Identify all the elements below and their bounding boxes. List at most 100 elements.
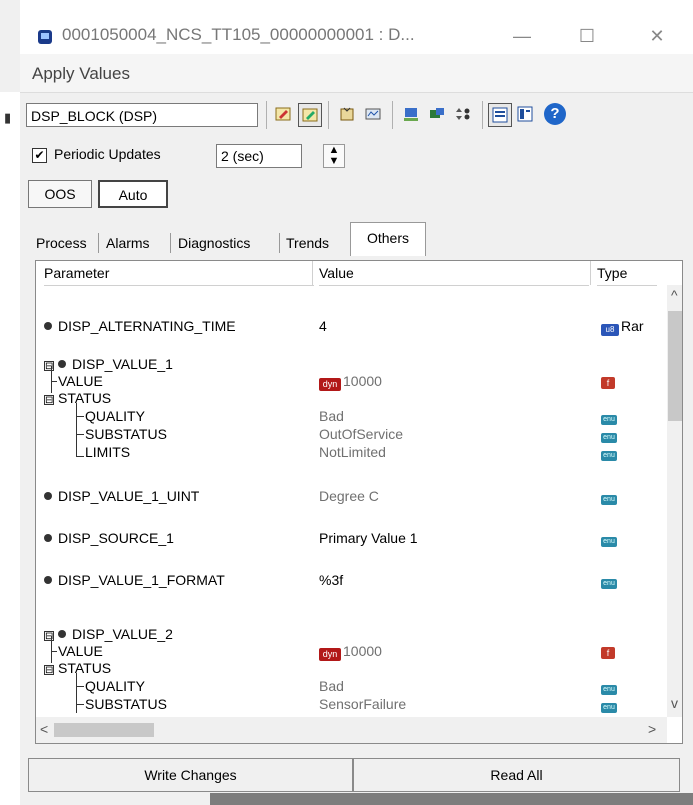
minimize-button[interactable]: — [500,18,544,54]
table-row[interactable]: DISP_ALTERNATING_TIME 4 u8 Rar [36,317,656,336]
table-row[interactable]: ⊟ DISP_VALUE_2 [36,625,656,643]
enum-type-icon: enu [601,433,617,443]
parameter-value[interactable]: 10000 [343,643,382,659]
table-row[interactable]: ⊟ STATUS [36,389,656,407]
table-row[interactable]: QUALITY Bad enu [36,407,656,425]
scroll-left-icon[interactable]: < [40,721,48,737]
parameter-name: QUALITY [85,678,145,694]
maximize-button[interactable]: ☐ [565,18,609,54]
compare-button[interactable] [452,103,476,127]
enum-type-icon: enu [601,579,617,589]
float-type-icon: f [601,377,615,389]
close-button[interactable]: ✕ [635,18,679,54]
parameter-value[interactable]: Bad [319,407,344,425]
parameter-value[interactable]: NotLimited [319,443,386,461]
parameter-value[interactable]: 4 [319,317,327,335]
collapse-icon[interactable]: ⊟ [44,361,54,372]
scroll-right-icon[interactable]: > [648,721,656,737]
table-row[interactable]: DISP_SOURCE_1 Primary Value 1 enu [36,529,656,547]
table-row[interactable]: LIMITS NotLimited enu [36,443,656,461]
interval-spinner[interactable]: ▲ ▼ [323,144,345,168]
periodic-updates-checkbox[interactable]: ✔ [32,148,47,163]
device-button[interactable] [426,103,450,127]
parameter-bullet-icon [58,360,66,368]
help-button[interactable]: ? [544,103,566,125]
table-row[interactable]: DISP_VALUE_1_UINT Degree C enu [36,487,656,505]
collapse-icon[interactable]: ⊟ [44,665,54,676]
load-config-button[interactable] [336,103,360,127]
collapse-icon[interactable]: ⊟ [44,631,54,642]
parameter-value[interactable]: Bad [319,677,344,695]
column-header-parameter[interactable]: Parameter [44,261,314,286]
collapse-icon[interactable]: ⊟ [44,395,54,406]
tab-alarms[interactable]: Alarms [102,230,154,256]
parameter-name: VALUE [58,373,103,389]
enum-type-icon: enu [601,495,617,505]
parameter-grid: Parameter Value Type DISP_ALTERNATING_TI… [35,260,683,744]
toolbar-separator [266,101,267,129]
config-icon [340,107,354,121]
table-row[interactable]: VALUE dyn 10000 f [36,372,656,391]
parameter-value[interactable]: Primary Value 1 [319,529,418,547]
grid-rows: DISP_ALTERNATING_TIME 4 u8 Rar ⊟ DISP_VALU… [36,285,656,717]
detail-view-icon [517,106,533,122]
column-divider [590,261,591,285]
detail-view-button[interactable] [514,103,538,127]
tab-trends[interactable]: Trends [282,230,333,256]
background-window-shadow [210,793,693,805]
parameter-value[interactable]: SensorFailure [319,695,406,713]
list-view-button[interactable] [488,103,512,127]
edit-params-button[interactable] [272,103,296,127]
update-interval-input[interactable]: 2 (sec) [216,144,302,168]
edit-icon [275,107,291,121]
parameter-value[interactable]: Degree C [319,487,379,505]
scroll-up-icon[interactable]: ^ [671,287,678,303]
read-all-button[interactable]: Read All [353,758,680,792]
parameter-value[interactable]: %3f [319,571,343,589]
tab-others[interactable]: Others [350,222,426,256]
table-row[interactable]: SUBSTATUS OutOfService enu [36,425,656,443]
download-button[interactable] [400,103,424,127]
parameter-name: DISP_ALTERNATING_TIME [58,318,236,334]
auto-mode-button[interactable]: Auto [98,180,168,208]
enum-type-icon: enu [601,537,617,547]
table-row[interactable]: DISP_VALUE_1_FORMAT %3f enu [36,571,656,589]
oos-mode-button[interactable]: OOS [28,180,92,208]
vertical-scroll-thumb[interactable] [668,311,682,421]
parameter-name: VALUE [58,643,103,659]
table-row[interactable]: VALUE dyn 10000 f [36,642,656,661]
write-changes-button[interactable]: Write Changes [28,758,353,792]
block-select[interactable]: DSP_BLOCK (DSP) [26,103,258,127]
compare-icon [456,108,470,120]
apply-values-window: 0001050004_NCS_TT105_00000000001 : D... … [20,0,693,805]
download-icon [404,108,418,121]
edit-mode-button[interactable] [298,103,322,127]
horizontal-scroll-thumb[interactable] [54,723,154,737]
window-subtitle: Apply Values [32,64,130,83]
device-icon [430,108,444,118]
column-header-type[interactable]: Type [597,261,657,286]
table-row[interactable]: ⊟ DISP_VALUE_1 [36,355,656,373]
toolbar-separator [482,101,483,129]
tab-diagnostics[interactable]: Diagnostics [174,230,254,256]
column-header-value[interactable]: Value [319,261,589,286]
periodic-updates-label: Periodic Updates [54,146,161,162]
table-row[interactable]: ⊟ STATUS [36,659,656,677]
parameter-value[interactable]: OutOfService [319,425,403,443]
tab-divider [98,233,99,253]
view-params-button[interactable] [362,103,386,127]
column-divider [312,261,313,285]
scroll-down-icon[interactable]: v [671,695,678,711]
tab-process[interactable]: Process [32,230,91,256]
spin-down-icon[interactable]: ▼ [324,156,344,167]
parameter-name: DISP_VALUE_1_FORMAT [58,572,225,588]
vertical-scrollbar[interactable]: ^ v [667,285,682,717]
window-title: 0001050004_NCS_TT105_00000000001 : D... [62,25,415,44]
list-view-icon [492,107,508,123]
float-type-icon: f [601,647,615,659]
table-row[interactable]: QUALITY Bad enu [36,677,656,695]
parameter-value[interactable]: 10000 [343,373,382,389]
table-row[interactable]: SUBSTATUS SensorFailure enu [36,695,656,713]
horizontal-scrollbar[interactable]: < > [36,717,667,743]
tab-divider [170,233,171,253]
